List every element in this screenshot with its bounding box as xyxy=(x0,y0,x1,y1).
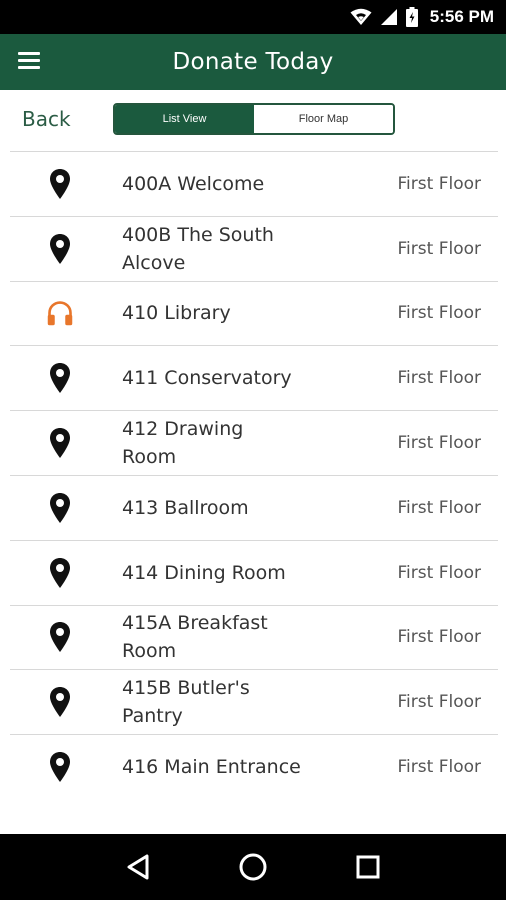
list-item-floor: First Floor xyxy=(397,368,481,389)
list-item-floor: First Floor xyxy=(397,562,481,583)
list-item[interactable]: 415A Breakfast Room First Floor xyxy=(10,604,498,670)
tab-floor-map[interactable]: Floor Map xyxy=(254,105,393,133)
status-time: 5:56 PM xyxy=(429,7,494,26)
hamburger-menu-icon[interactable] xyxy=(18,52,40,72)
list-item-title: 413 Ballroom xyxy=(122,496,249,519)
tab-list-view[interactable]: List View xyxy=(115,105,254,133)
back-triangle-icon[interactable] xyxy=(118,847,158,887)
list-item[interactable]: 416 Main Entrance First Floor xyxy=(10,734,498,799)
list-item-floor: First Floor xyxy=(397,173,481,194)
system-nav-bar xyxy=(0,834,506,900)
list-item-title: 400B The South Alcove xyxy=(122,223,274,274)
list-item[interactable]: 415B Butler's Pantry First Floor xyxy=(10,669,498,734)
list-item[interactable]: 400A Welcome First Floor xyxy=(10,151,498,216)
sub-toolbar: Back List View Floor Map xyxy=(0,90,506,150)
list-item-title: 400A Welcome xyxy=(122,172,265,195)
stop-list[interactable]: 400A Welcome First Floor 400B The South Al… xyxy=(10,151,498,834)
list-item-title: 412 Drawing Room xyxy=(122,418,244,469)
list-item-title: 415A Breakfast Room xyxy=(122,612,268,663)
list-item-floor: First Floor xyxy=(397,627,481,648)
recents-square-icon[interactable] xyxy=(348,847,388,887)
list-item-title: 410 Library xyxy=(122,302,231,325)
map-pin-icon xyxy=(46,167,74,201)
map-pin-icon xyxy=(46,491,74,525)
status-bar: 5:56 PM xyxy=(0,0,506,34)
map-pin-icon xyxy=(46,750,74,784)
map-pin-icon xyxy=(46,620,74,654)
list-item[interactable]: 400B The South Alcove First Floor xyxy=(10,215,498,281)
list-item-floor: First Floor xyxy=(397,497,481,518)
map-pin-icon xyxy=(46,426,74,460)
signal-icon xyxy=(380,9,397,25)
list-item-floor: First Floor xyxy=(397,692,481,713)
list-item-floor: First Floor xyxy=(397,433,481,454)
list-item[interactable]: 412 Drawing Room First Floor xyxy=(10,410,498,475)
list-item[interactable]: 410 Library First Floor xyxy=(10,280,498,346)
list-item-floor: First Floor xyxy=(397,757,481,778)
map-pin-icon xyxy=(46,685,74,719)
list-item-title: 411 Conservatory xyxy=(122,367,292,390)
list-item-title: 416 Main Entrance xyxy=(122,756,301,779)
view-switcher: List View Floor Map xyxy=(113,103,395,135)
list-item-floor: First Floor xyxy=(397,303,481,324)
wifi-icon xyxy=(350,8,372,25)
map-pin-icon xyxy=(46,361,74,395)
list-item[interactable]: 411 Conservatory First Floor xyxy=(10,345,498,410)
list-item-floor: First Floor xyxy=(397,238,481,259)
home-circle-icon[interactable] xyxy=(233,847,273,887)
list-item-title: 415B Butler's Pantry xyxy=(122,677,250,728)
back-button[interactable]: Back xyxy=(22,107,71,131)
battery-icon xyxy=(405,7,418,27)
list-item-title: 414 Dining Room xyxy=(122,561,286,584)
list-item[interactable]: 414 Dining Room First Floor xyxy=(10,539,498,605)
map-pin-icon xyxy=(46,556,74,590)
list-item[interactable]: 413 Ballroom First Floor xyxy=(10,474,498,540)
app-title: Donate Today xyxy=(172,49,334,75)
headphones-icon xyxy=(46,296,74,330)
map-pin-icon xyxy=(46,232,74,266)
app-bar: Donate Today xyxy=(0,34,506,90)
